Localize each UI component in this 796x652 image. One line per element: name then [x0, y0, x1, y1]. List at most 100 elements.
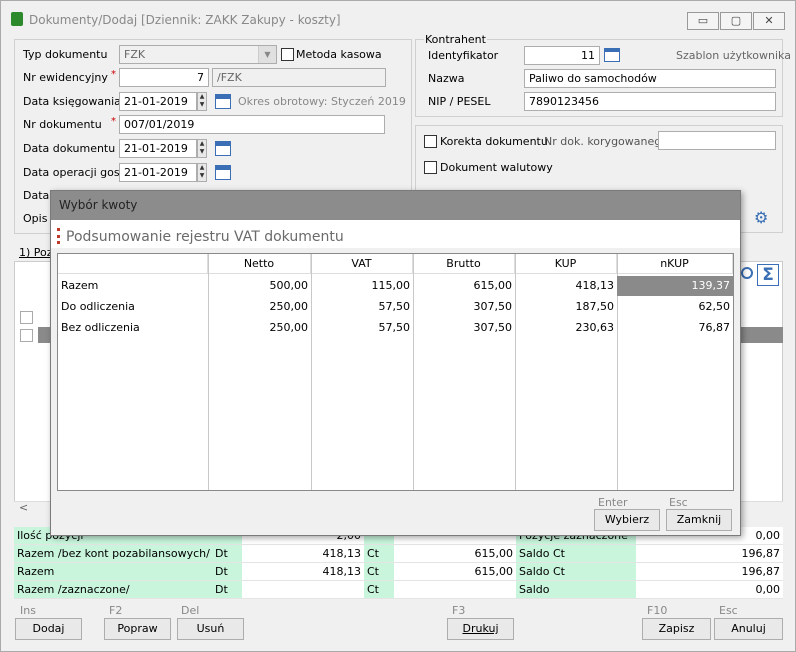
row-checkbox[interactable] [20, 329, 33, 342]
amount-cell[interactable]: 57,50 [311, 318, 413, 338]
summary-ct-val [394, 581, 516, 599]
vat-summary-table: Netto VAT Brutto KUP nKUP Razem 500,00 115,00 61… [57, 253, 734, 491]
summary-label: Razem [14, 563, 212, 581]
gear-icon[interactable]: ⚙ [754, 208, 768, 227]
close-button[interactable]: ✕ [753, 12, 785, 30]
drukuj-key: F3 [452, 604, 466, 617]
summary-saldo-label: Saldo [516, 581, 636, 599]
data-ks-input[interactable]: 21-01-2019 [119, 92, 197, 111]
summary-saldo-label: Saldo Ct [516, 563, 636, 581]
amount-cell[interactable]: 500,00 [208, 276, 311, 296]
zamknij-key: Esc [669, 496, 688, 509]
data-dok-label: Data dokumentu [23, 142, 116, 155]
ident-input[interactable]: 11 [524, 46, 600, 65]
summary-ct-val: 615,00 [394, 563, 516, 581]
amount-cell[interactable]: 57,50 [311, 297, 413, 317]
nr-ew-input[interactable]: 7 [119, 68, 209, 87]
calendar-icon[interactable] [215, 141, 231, 156]
metoda-kasowa-label: Metoda kasowa [296, 48, 382, 61]
data-op-spinner[interactable]: ▲ ▼ [197, 163, 207, 182]
nr-ew-label: Nr ewidencyjny [23, 71, 108, 84]
summary-ct-val: 615,00 [394, 545, 516, 563]
data-ks-spinner[interactable]: ▲ ▼ [197, 92, 207, 111]
anuluj-key: Esc [719, 604, 738, 617]
typ-select[interactable]: FZK [119, 45, 277, 64]
row-label[interactable]: Bez odliczenia [58, 318, 208, 338]
walutowy-checkbox[interactable] [424, 161, 437, 174]
refresh-icon[interactable] [741, 267, 753, 279]
korekta-checkbox[interactable] [424, 135, 437, 148]
row-label[interactable]: Razem [58, 276, 208, 296]
amount-cell[interactable]: 307,50 [413, 318, 515, 338]
wybierz-button[interactable]: Wybierz [594, 509, 660, 531]
dodaj-key: Ins [20, 604, 36, 617]
nr-dok-input[interactable]: 007/01/2019 [119, 115, 385, 134]
korekta-label: Korekta dokumentu [440, 135, 548, 148]
drukuj-button[interactable]: Drukuj [447, 618, 514, 640]
drag-handle[interactable] [57, 228, 60, 244]
data-dok-spinner[interactable]: ▲ ▼ [197, 139, 207, 158]
data-ks-label: Data księgowania [23, 95, 121, 108]
amount-cell[interactable]: 187,50 [515, 297, 617, 317]
wybierz-key: Enter [598, 496, 628, 509]
amount-cell[interactable]: 615,00 [413, 276, 515, 296]
calendar-icon[interactable] [215, 94, 231, 109]
amount-cell[interactable]: 230,63 [515, 318, 617, 338]
summary-dt: Dt [212, 581, 242, 599]
nazwa-input[interactable]: Paliwo do samochodów [524, 69, 776, 88]
minimize-button[interactable]: ▭ [687, 12, 719, 30]
column-header[interactable]: nKUP [617, 254, 733, 274]
column-header[interactable]: KUP [515, 254, 617, 274]
okres-obrotowy: Okres obrotowy: Styczeń 2019 [238, 95, 406, 108]
calendar-icon[interactable] [215, 165, 231, 180]
title-bar: Dokumenty/Dodaj [Dziennik: ZAKK Zakupy -… [1, 1, 795, 39]
column-header[interactable]: Brutto [413, 254, 515, 274]
scroll-left-icon[interactable]: < [19, 501, 28, 514]
zamknij-button[interactable]: Zamknij [666, 509, 732, 531]
data3-label: Data [23, 189, 50, 202]
typ-label: Typ dokumentu [23, 48, 108, 61]
amount-cell[interactable]: 139,37 [617, 276, 733, 296]
nip-input[interactable]: 7890123456 [524, 92, 776, 111]
data-dok-input[interactable]: 21-01-2019 [119, 139, 197, 158]
summary-saldo-val: 0,00 [636, 581, 783, 599]
column-header[interactable]: VAT [311, 254, 413, 274]
folder-icon[interactable] [604, 48, 620, 62]
usun-key: Del [181, 604, 200, 617]
summary-label: Razem /zaznaczone/ [14, 581, 212, 599]
metoda-kasowa-checkbox[interactable] [281, 48, 294, 61]
zapisz-button[interactable]: Zapisz [642, 618, 711, 640]
dialog-caption: Podsumowanie rejestru VAT dokumentu [66, 229, 344, 245]
chevron-down-icon[interactable]: ▼ [258, 46, 276, 63]
restore-button[interactable]: ▢ [720, 12, 752, 30]
usun-button[interactable]: Usuń [177, 618, 244, 640]
summary-saldo-val: 196,87 [636, 545, 783, 563]
amount-cell[interactable]: 250,00 [208, 318, 311, 338]
row-label[interactable]: Do odliczenia [58, 297, 208, 317]
tab-pozycje[interactable]: 1) Poz [19, 246, 53, 259]
amount-cell[interactable]: 307,50 [413, 297, 515, 317]
nr-kor-input[interactable] [658, 131, 776, 150]
summary-dt: Dt [212, 545, 242, 563]
anuluj-button[interactable]: Anuluj [714, 618, 783, 640]
data-op-input[interactable]: 21-01-2019 [119, 163, 197, 182]
amount-cell[interactable]: 76,87 [617, 318, 733, 338]
popraw-button[interactable]: Popraw [104, 618, 171, 640]
summary-table: Ilość pozycji2,00Pozycje zaznaczone0,00R… [14, 527, 783, 599]
amount-cell[interactable]: 418,13 [515, 276, 617, 296]
amount-cell[interactable]: 115,00 [311, 276, 413, 296]
column-header[interactable]: Netto [208, 254, 311, 274]
amount-dialog: Wybór kwoty Podsumowanie rejestru VAT do… [50, 190, 741, 536]
amount-cell[interactable]: 250,00 [208, 297, 311, 317]
row-checkbox[interactable] [20, 311, 33, 324]
amount-cell[interactable]: 62,50 [617, 297, 733, 317]
dodaj-button[interactable]: Dodaj [15, 618, 82, 640]
summary-dt-val: 418,13 [242, 545, 364, 563]
column-header[interactable] [58, 254, 208, 274]
sigma-icon[interactable]: Σ [757, 264, 779, 286]
summary-ct: Ct [364, 563, 394, 581]
szablon-label: Szablon użytkownika [676, 49, 791, 62]
ident-label: Identyfikator [428, 49, 499, 62]
kontrahent-group-label: Kontrahent [424, 33, 487, 46]
nr-ew-suffix: /FZK [212, 68, 386, 87]
